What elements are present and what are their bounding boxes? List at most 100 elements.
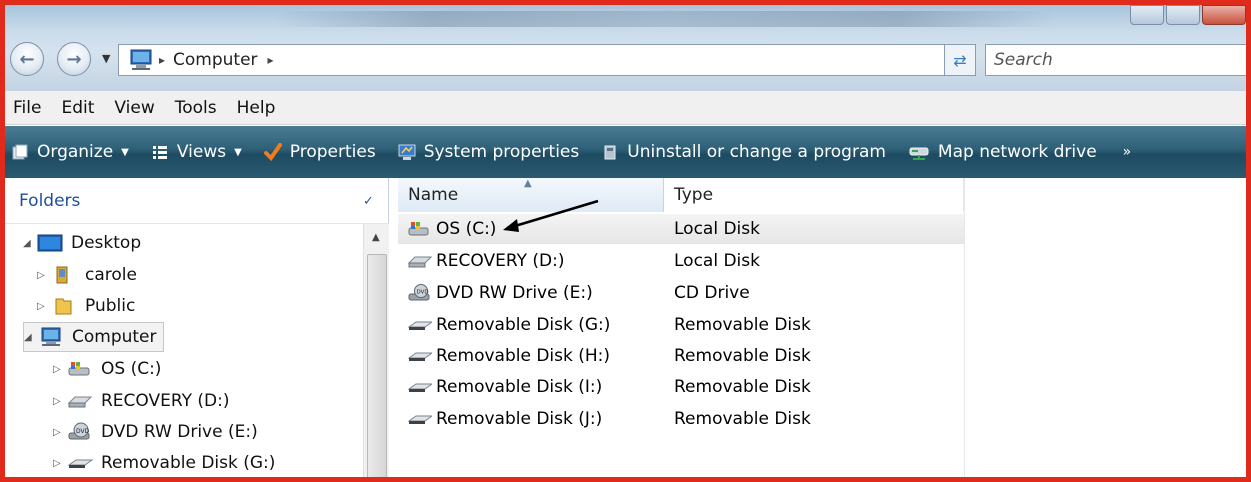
back-arrow-icon: ← [19,48,35,70]
folders-title: Folders [19,190,81,211]
properties-label: Properties [289,142,376,162]
folder-icon [55,298,72,315]
drive-type: Removable Disk [674,315,811,335]
column-divider [964,178,965,482]
back-button[interactable]: ← [10,42,44,76]
drive-name: OS (C:) [436,219,497,239]
collapse-arrow-icon[interactable]: ◢ [24,332,38,343]
breadcrumb-computer[interactable]: Computer [173,50,258,70]
minimize-button[interactable] [1130,5,1164,25]
scroll-up-icon[interactable]: ▲ [372,232,380,243]
expand-arrow-icon[interactable]: ▷ [53,364,67,375]
cell-name: Removable Disk (G:) [398,315,664,335]
cell-name: Removable Disk (H:) [398,346,664,366]
menu-tools[interactable]: Tools [175,98,217,118]
cell-name: Removable Disk (J:) [398,409,664,429]
table-row[interactable]: RECOVERY (D:) Local Disk [398,246,964,276]
dvd-drive-icon: DVD [408,284,430,301]
removable-disk-icon [408,321,432,330]
computer-icon [130,49,152,70]
table-row[interactable]: Removable Disk (J:) Removable Disk [398,404,964,434]
collapse-arrow-icon[interactable]: ◢ [23,238,37,249]
maximize-button[interactable] [1166,5,1200,25]
expand-arrow-icon[interactable]: ▷ [37,301,51,312]
map-drive-label: Map network drive [937,142,1097,162]
table-row[interactable]: Removable Disk (H:) Removable Disk [398,341,964,371]
removable-disk-icon [408,352,432,361]
views-button[interactable]: Views ▼ [151,142,242,162]
refresh-button[interactable]: ⇄ [944,44,976,76]
folders-scrollbar[interactable]: ▲ [363,224,389,482]
menu-help[interactable]: Help [237,98,276,118]
folders-pane: Folders ✓ ◢ Desktop ▷ carole ▷ Public ◢ … [5,178,389,482]
menu-bar: File Edit View Tools Help [5,91,1246,125]
drive-type: Local Disk [674,251,760,271]
tree-label: OS (C:) [101,359,162,379]
cell-name: OS (C:) [398,219,664,239]
tree-item-recovery-d[interactable]: ▷ RECOVERY (D:) [53,386,229,416]
table-row[interactable]: DVD DVD RW Drive (E:) CD Drive [398,278,964,308]
tree-item-public[interactable]: ▷ Public [37,291,135,321]
tree-item-carole[interactable]: ▷ carole [37,260,137,290]
recent-pages-dropdown[interactable]: ▼ [102,52,110,65]
tree-item-os-c[interactable]: ▷ OS (C:) [53,354,161,384]
menu-file[interactable]: File [13,98,41,118]
sort-ascending-icon: ▲ [524,178,532,189]
chevron-down-icon: ▼ [121,146,129,158]
tree-item-desktop[interactable]: ◢ Desktop [23,228,141,258]
drive-type: Removable Disk [674,377,811,397]
close-button[interactable] [1202,5,1246,25]
expand-arrow-icon[interactable]: ▷ [53,427,67,438]
tree-label: Computer [72,327,157,347]
column-header-name[interactable]: Name ▲ [398,178,664,212]
computer-icon [41,327,61,346]
expand-arrow-icon[interactable]: ▷ [53,396,67,407]
tree-label: Public [85,296,136,316]
folders-header[interactable]: Folders ✓ [5,178,389,224]
forward-button[interactable]: → [57,42,91,76]
column-header-type[interactable]: Type [664,178,964,212]
address-bar[interactable]: ▸ Computer ▸ ▼ [118,44,976,76]
tree-label: Desktop [71,233,142,253]
tree-item-computer[interactable]: ◢ Computer [23,322,164,352]
search-input[interactable]: Search [985,44,1251,76]
drive-name: Removable Disk (G:) [436,315,611,335]
drive-name: Removable Disk (J:) [436,409,603,429]
chevron-down-icon: ▼ [234,146,242,158]
tree-label: DVD RW Drive (E:) [101,422,258,442]
cell-name: RECOVERY (D:) [398,251,664,271]
system-properties-button[interactable]: System properties [398,142,580,162]
forward-arrow-icon: → [66,48,82,70]
map-network-drive-button[interactable]: Map network drive [908,142,1097,162]
menu-view[interactable]: View [114,98,154,118]
system-properties-label: System properties [423,142,580,162]
hard-drive-icon [408,256,432,268]
removable-disk-icon [408,383,432,392]
uninstall-icon [604,145,616,160]
expand-arrow-icon[interactable]: ▷ [53,458,67,469]
table-row[interactable]: Removable Disk (I:) Removable Disk [398,372,964,402]
uninstall-program-button[interactable]: Uninstall or change a program [601,142,886,162]
uninstall-label: Uninstall or change a program [627,142,886,162]
tree-item-removable-g[interactable]: ▷ Removable Disk (G:) [53,448,275,478]
file-list-pane: Name ▲ Type OS (C:) Local Disk RECOVERY … [390,178,1246,482]
breadcrumb-separator[interactable]: ▸ [159,53,165,67]
organize-button[interactable]: Organize ▼ [11,142,129,162]
tree-item-dvd-e[interactable]: ▷ DVD DVD RW Drive (E:) [53,417,258,447]
table-row[interactable]: OS (C:) Local Disk [398,214,964,244]
network-drive-icon [909,147,929,160]
breadcrumb-separator[interactable]: ▸ [268,53,274,67]
views-label: Views [176,142,227,162]
tree-label: carole [85,265,137,285]
checkmark-icon [263,143,282,161]
svg-text:DVD: DVD [76,428,90,435]
table-row[interactable]: Removable Disk (G:) Removable Disk [398,310,964,340]
drive-name: Removable Disk (I:) [436,377,603,397]
removable-disk-icon [67,459,93,468]
menu-edit[interactable]: Edit [61,98,94,118]
chevron-down-icon[interactable]: ✓ [363,194,374,209]
properties-button[interactable]: Properties [263,142,376,162]
scrollbar-thumb[interactable] [367,254,387,482]
more-commands-button[interactable]: » [1123,144,1132,160]
expand-arrow-icon[interactable]: ▷ [37,270,51,281]
